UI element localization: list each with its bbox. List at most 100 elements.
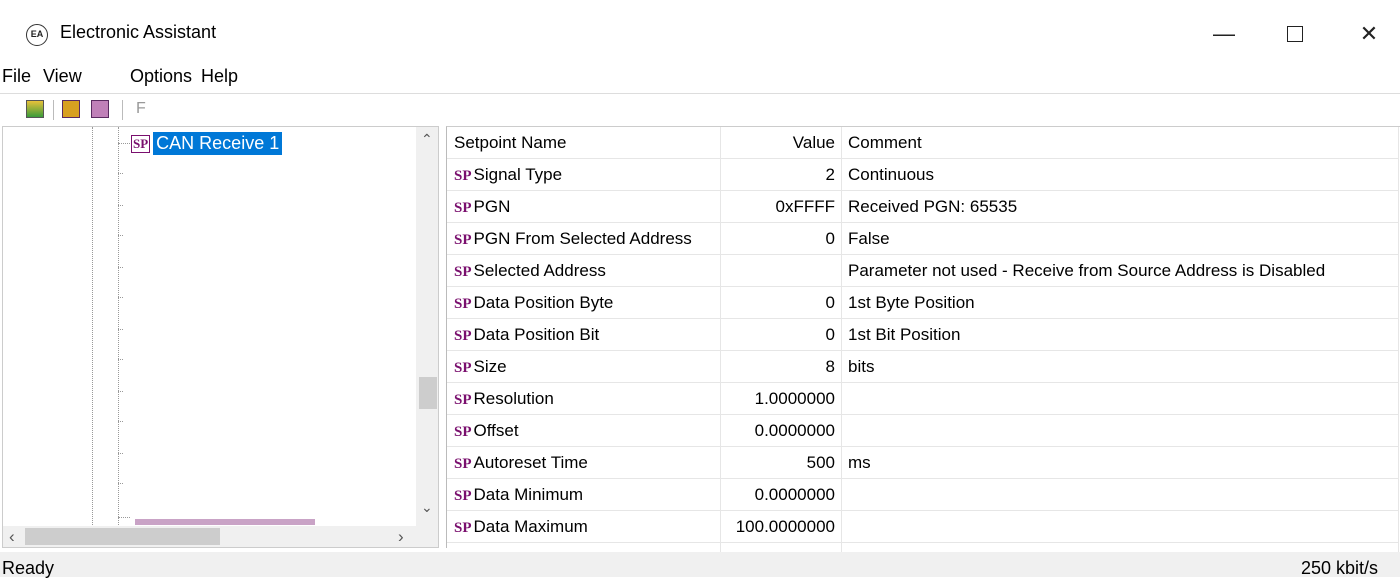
setpoint-name: Data Minimum <box>473 484 584 504</box>
sp-icon: SP <box>454 295 472 312</box>
setpoint-value[interactable]: 0.0000000 <box>720 478 842 511</box>
toolbar: F <box>0 93 1400 124</box>
setpoint-comment <box>841 382 1399 415</box>
scroll-up-icon[interactable]: ⌃ <box>421 131 433 148</box>
maximize-button[interactable] <box>1270 14 1320 54</box>
table-row[interactable]: SP Autoreset Time 500 ms <box>447 446 1399 479</box>
setpoint-comment <box>841 510 1399 543</box>
setpoint-name-cell[interactable]: SP Data Position Bit <box>447 318 721 351</box>
table-row[interactable]: SP Resolution 1.0000000 <box>447 382 1399 415</box>
setpoint-name-cell[interactable]: SP Data Position Byte <box>447 286 721 319</box>
scroll-right-icon[interactable]: › <box>398 527 404 547</box>
setpoint-value[interactable]: 0 <box>720 318 842 351</box>
sp-icon: SP <box>454 327 472 344</box>
setpoint-value[interactable]: 0 <box>720 286 842 319</box>
setpoint-name-cell[interactable]: SP Signal Type <box>447 158 721 191</box>
scroll-thumb[interactable] <box>419 377 437 409</box>
tree-guide <box>118 127 119 527</box>
setpoint-name: PGN <box>473 196 511 216</box>
setpoint-value[interactable]: 2 <box>720 158 842 191</box>
sp-icon: SP <box>454 167 472 184</box>
setpoint-name-cell[interactable]: SP Selected Address <box>447 254 721 287</box>
tree-item-can-receive-1[interactable]: SP CAN Receive 1 <box>131 132 283 155</box>
table-row[interactable]: SP Data Minimum 0.0000000 <box>447 478 1399 511</box>
tree-item-partial[interactable] <box>135 519 315 525</box>
can-icon[interactable] <box>26 100 44 118</box>
minimize-button[interactable]: — <box>1199 14 1249 54</box>
window-title: Electronic Assistant <box>60 22 217 42</box>
setpoint-grid: Setpoint Name Value Comment SP Signal Typ… <box>446 126 1400 575</box>
column-header-value[interactable]: Value <box>720 127 842 159</box>
setpoint-name-cell[interactable]: SP Data Maximum <box>447 510 721 543</box>
setpoint-name: Signal Type <box>473 164 563 184</box>
setpoint-value[interactable]: 500 <box>720 446 842 479</box>
setpoint-name: Size <box>473 356 507 376</box>
title-bar: EA Electronic Assistant — ✕ <box>0 0 1400 60</box>
setpoint-name: Resolution <box>473 388 554 408</box>
tree-connector <box>118 173 123 174</box>
close-icon: ✕ <box>1359 21 1379 46</box>
tree-connector <box>118 483 123 484</box>
setpoint-name-cell[interactable]: SP Data Minimum <box>447 478 721 511</box>
setpoint-value[interactable] <box>720 254 842 287</box>
flash-f-icon[interactable]: F <box>136 100 146 118</box>
setpoint-comment: ms <box>841 446 1399 479</box>
setpoint-table: Setpoint Name Value Comment SP Signal Typ… <box>447 127 1399 575</box>
tree-connector <box>118 205 123 206</box>
tree-view[interactable]: SP CAN Receive 1 ⌃ ⌄ ‹ › <box>2 126 439 548</box>
load-sp-icon[interactable] <box>91 100 109 118</box>
menu-view[interactable]: View <box>43 66 82 87</box>
setpoint-name-cell[interactable]: SP PGN From Selected Address <box>447 222 721 255</box>
tree-connector <box>118 391 123 392</box>
table-row[interactable]: SP Data Maximum 100.0000000 <box>447 510 1399 543</box>
setpoint-name-cell[interactable]: SP Autoreset Time <box>447 446 721 479</box>
table-row[interactable]: SP Data Position Bit 0 1st Bit Position <box>447 318 1399 351</box>
setpoint-value[interactable]: 8 <box>720 350 842 383</box>
tree-vertical-scrollbar[interactable]: ⌃ ⌄ <box>416 127 438 527</box>
tree-connector <box>118 143 130 144</box>
column-header-setpoint-name[interactable]: Setpoint Name <box>447 127 721 159</box>
tree-connector <box>118 517 130 518</box>
setpoint-value[interactable]: 0.0000000 <box>720 414 842 447</box>
setpoint-name-cell[interactable]: SP Resolution <box>447 382 721 415</box>
setpoint-name-cell[interactable]: SP Size <box>447 350 721 383</box>
sp-icon: SP <box>454 519 472 536</box>
setpoint-value[interactable]: 1.0000000 <box>720 382 842 415</box>
close-button[interactable]: ✕ <box>1344 14 1394 54</box>
menu-file[interactable]: File <box>2 66 31 87</box>
setpoint-name-cell[interactable]: SP PGN <box>447 190 721 223</box>
table-row[interactable]: SP Data Position Byte 0 1st Byte Position <box>447 286 1399 319</box>
table-row[interactable]: SP Selected Address Parameter not used - R… <box>447 254 1399 287</box>
setpoint-comment: bits <box>841 350 1399 383</box>
setpoint-value[interactable]: 0 <box>720 222 842 255</box>
menu-help[interactable]: Help <box>201 66 238 87</box>
setpoint-name-cell[interactable]: SP Offset <box>447 414 721 447</box>
setpoint-name: PGN From Selected Address <box>473 228 692 248</box>
tree-connector <box>118 421 123 422</box>
table-row[interactable]: SP Size 8 bits <box>447 350 1399 383</box>
setpoint-name: Data Position Byte <box>473 292 614 312</box>
setpoint-value[interactable]: 0xFFFF <box>720 190 842 223</box>
setpoint-name: Data Position Bit <box>473 324 600 344</box>
toolbar-separator <box>53 100 54 120</box>
scroll-thumb[interactable] <box>25 528 220 545</box>
scroll-left-icon[interactable]: ‹ <box>9 527 15 547</box>
menu-options[interactable]: Options <box>130 66 192 87</box>
table-header-row: Setpoint Name Value Comment <box>447 127 1399 159</box>
scroll-down-icon[interactable]: ⌄ <box>421 499 433 516</box>
setpoint-comment: False <box>841 222 1399 255</box>
baud-rate-status: 250 kbit/s <box>1300 558 1378 578</box>
table-row[interactable]: SP Signal Type 2 Continuous <box>447 158 1399 191</box>
table-row[interactable]: SP PGN 0xFFFF Received PGN: 65535 <box>447 190 1399 223</box>
tree-connector <box>118 453 123 454</box>
setpoint-value[interactable]: 100.0000000 <box>720 510 842 543</box>
tree-horizontal-scrollbar[interactable]: ‹ › <box>3 526 438 547</box>
table-row[interactable]: SP PGN From Selected Address 0 False <box>447 222 1399 255</box>
save-sp-icon[interactable] <box>62 100 80 118</box>
tree-connector <box>118 329 123 330</box>
sp-icon: SP <box>454 359 472 376</box>
table-row[interactable]: SP Offset 0.0000000 <box>447 414 1399 447</box>
setpoint-comment <box>841 414 1399 447</box>
column-header-comment[interactable]: Comment <box>841 127 1399 159</box>
sp-icon: SP <box>454 423 472 440</box>
